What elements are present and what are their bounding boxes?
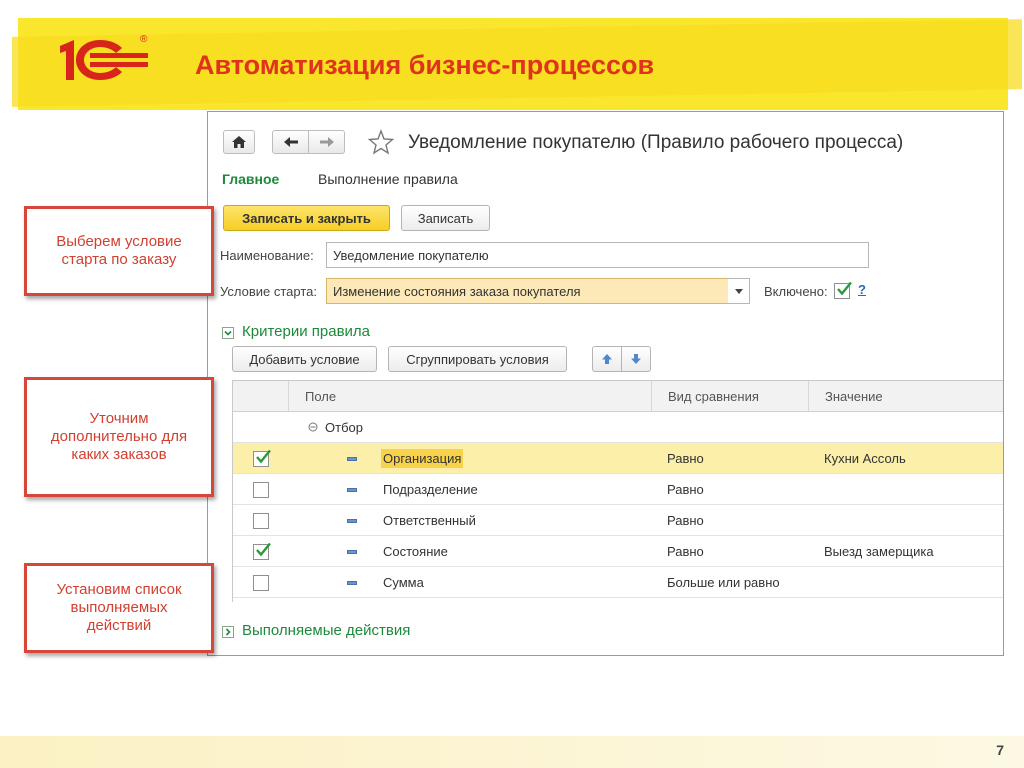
- actions-toggle[interactable]: [222, 626, 234, 638]
- chevron-right-icon: [225, 628, 231, 636]
- move-down-button[interactable]: [621, 346, 651, 372]
- callout-start-condition: Выберем условие старта по заказу: [24, 206, 214, 296]
- home-icon: [232, 136, 246, 148]
- callout-criteria: Уточним дополнительно для каких заказов: [24, 377, 214, 497]
- tab-rule-execution[interactable]: Выполнение правила: [318, 171, 458, 187]
- column-value[interactable]: Значение: [808, 381, 1003, 411]
- field-icon: [347, 488, 357, 492]
- field-cell[interactable]: Сумма: [383, 567, 424, 597]
- field-cell[interactable]: Ответственный: [383, 505, 476, 535]
- actions-section-title[interactable]: Выполняемые действия: [242, 622, 410, 639]
- tab-main[interactable]: Главное: [222, 171, 279, 187]
- column-comparison[interactable]: Вид сравнения: [651, 381, 808, 411]
- field-cell[interactable]: Подразделение: [383, 474, 478, 504]
- checkmark-icon: [837, 281, 852, 296]
- field-icon: [347, 519, 357, 523]
- table-row[interactable]: Сумма Больше или равно: [233, 567, 1003, 598]
- comparison-cell[interactable]: Равно: [667, 536, 704, 566]
- back-arrow-icon: [283, 137, 298, 147]
- arrow-down-icon: [631, 354, 641, 364]
- page-number: 7: [996, 742, 1004, 758]
- table-header: Поле Вид сравнения Значение: [233, 381, 1003, 412]
- name-field[interactable]: Уведомление покупателю: [326, 242, 869, 268]
- arrow-up-icon: [602, 354, 612, 364]
- registered-mark: ®: [140, 34, 148, 45]
- chevron-down-icon: [734, 288, 743, 294]
- start-condition-select[interactable]: Изменение состояния заказа покупателя: [326, 278, 729, 304]
- field-icon: [347, 581, 357, 585]
- comparison-cell[interactable]: Равно: [667, 474, 704, 504]
- row-checkbox[interactable]: [253, 513, 269, 529]
- 1c-logo: 1С ®: [56, 34, 152, 84]
- column-field[interactable]: Поле: [288, 381, 651, 411]
- form-window: Уведомление покупателю (Правило рабочего…: [207, 111, 1004, 656]
- criteria-section-title[interactable]: Критерии правила: [242, 323, 370, 340]
- table-row[interactable]: Подразделение Равно: [233, 474, 1003, 505]
- field-cell: Организация: [381, 443, 464, 473]
- enabled-checkbox[interactable]: [834, 281, 852, 299]
- table-row[interactable]: Организация Равно Кухни Ассоль: [233, 443, 1003, 474]
- row-checkbox[interactable]: [253, 542, 271, 560]
- group-row[interactable]: Отбор: [233, 412, 1003, 443]
- home-button[interactable]: [223, 130, 255, 154]
- start-condition-label: Условие старта:: [220, 284, 317, 299]
- field-icon: [347, 550, 357, 554]
- group-conditions-button[interactable]: Сгруппировать условия: [388, 346, 567, 372]
- field-icon: [347, 457, 357, 461]
- group-label: Отбор: [325, 419, 363, 435]
- save-button[interactable]: Записать: [401, 205, 490, 231]
- field-name: Организация: [381, 448, 464, 468]
- footer-band: [0, 736, 1024, 768]
- criteria-toggle[interactable]: [222, 327, 234, 339]
- name-label: Наименование:: [220, 248, 314, 263]
- callout-actions: Установим список выполняемых действий: [24, 563, 214, 653]
- chevron-down-icon: [224, 330, 232, 336]
- comparison-cell[interactable]: Равно: [667, 443, 704, 473]
- favorite-star-icon[interactable]: [367, 129, 395, 155]
- enabled-label: Включено:: [764, 284, 828, 299]
- save-and-close-button[interactable]: Записать и закрыть: [223, 205, 390, 231]
- row-checkbox[interactable]: [253, 482, 269, 498]
- checkmark-icon: [256, 449, 271, 464]
- value-cell[interactable]: Выезд замерщика: [824, 536, 934, 566]
- criteria-table: Поле Вид сравнения Значение Отбор Органи…: [232, 380, 1003, 602]
- comparison-cell[interactable]: Равно: [667, 505, 704, 535]
- slide-title: Автоматизация бизнес-процессов: [195, 50, 655, 80]
- forward-button[interactable]: [308, 130, 345, 154]
- row-checkbox[interactable]: [253, 575, 269, 591]
- add-condition-button[interactable]: Добавить условие: [232, 346, 377, 372]
- dropdown-button[interactable]: [728, 278, 750, 304]
- help-link[interactable]: ?: [858, 282, 866, 297]
- comparison-cell[interactable]: Больше или равно: [667, 567, 780, 597]
- value-cell[interactable]: Кухни Ассоль: [824, 443, 906, 473]
- row-checkbox[interactable]: [253, 449, 271, 467]
- form-title: Уведомление покупателю (Правило рабочего…: [408, 132, 904, 153]
- move-up-button[interactable]: [592, 346, 622, 372]
- collapse-circle-icon: [308, 422, 318, 432]
- forward-arrow-icon: [319, 137, 334, 147]
- table-row[interactable]: Ответственный Равно: [233, 505, 1003, 536]
- back-button[interactable]: [272, 130, 309, 154]
- table-row[interactable]: Состояние Равно Выезд замерщика: [233, 536, 1003, 567]
- field-cell[interactable]: Состояние: [383, 536, 448, 566]
- checkmark-icon: [256, 542, 271, 557]
